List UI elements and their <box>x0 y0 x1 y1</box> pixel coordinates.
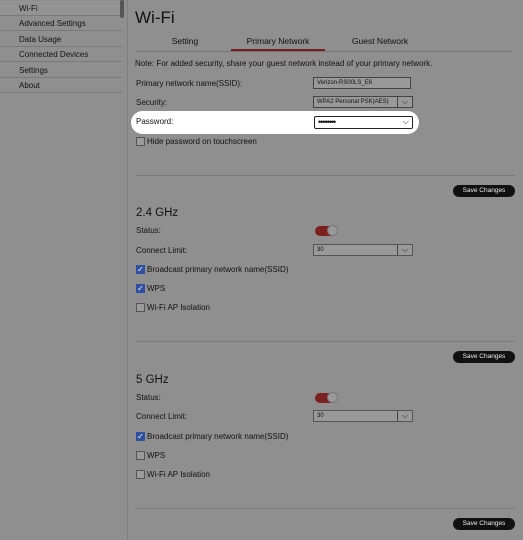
sidebar-item-wifi[interactable]: Wi-Fi <box>0 1 123 16</box>
connect-limit-select-5ghz[interactable]: 30 ⌵ <box>313 410 413 422</box>
divider <box>135 508 515 509</box>
sidebar-item-connected-devices[interactable]: Connected Devices <box>0 47 123 62</box>
chevron-down-icon: ⌵ <box>397 411 412 421</box>
tab-bar: Setting Primary Network Guest Network <box>135 34 513 52</box>
wps-label: WPS <box>147 284 166 293</box>
toggle-knob <box>327 392 338 403</box>
wps-checkbox-5ghz[interactable] <box>136 451 145 460</box>
broadcast-ssid-label: Broadcast primary network name(SSID) <box>147 432 289 441</box>
password-value: •••••••• <box>318 117 336 127</box>
sidebar-item-data-usage[interactable]: Data Usage <box>0 32 123 47</box>
password-input[interactable]: •••••••• ⌵ <box>314 116 413 129</box>
section-title-5ghz: 5 GHz <box>136 374 169 386</box>
save-changes-button[interactable]: Save Changes <box>453 185 515 197</box>
sidebar-scrollbar[interactable] <box>120 0 124 18</box>
toggle-knob <box>327 225 338 236</box>
hide-password-checkbox[interactable] <box>136 137 145 146</box>
security-select-value: WPA2 Personal PSK(AES) <box>317 99 389 105</box>
status-toggle-2-4ghz[interactable] <box>315 225 338 236</box>
security-label: Security: <box>136 98 168 107</box>
hide-password-label: Hide password on touchscreen <box>147 137 257 146</box>
security-select[interactable]: WPA2 Personal PSK(AES) ⌵ <box>313 96 413 108</box>
ap-isolation-checkbox-5ghz[interactable] <box>136 470 145 479</box>
divider <box>135 341 515 342</box>
page-title: Wi-Fi <box>135 8 175 27</box>
status-label: Status: <box>136 226 161 235</box>
ap-isolation-label: Wi-Fi AP Isolation <box>147 470 210 479</box>
ap-isolation-checkbox-2-4ghz[interactable] <box>136 303 145 312</box>
tab-setting[interactable]: Setting <box>160 34 210 49</box>
connect-limit-value: 30 <box>317 413 324 419</box>
chevron-down-icon: ⌵ <box>397 97 412 107</box>
tab-guest-network[interactable]: Guest Network <box>340 34 420 49</box>
password-label: Password: <box>136 117 174 126</box>
ap-isolation-label: Wi-Fi AP Isolation <box>147 303 210 312</box>
sidebar-item-about[interactable]: About <box>0 78 123 93</box>
connect-limit-label: Connect Limit: <box>136 246 188 255</box>
sidebar: Wi-Fi Advanced Settings Data Usage Conne… <box>0 0 124 540</box>
main-panel: Wi-Fi Setting Primary Network Guest Netw… <box>128 0 523 540</box>
broadcast-ssid-checkbox-5ghz[interactable]: ✓ <box>136 432 145 441</box>
save-changes-button[interactable]: Save Changes <box>453 351 515 363</box>
wps-label: WPS <box>147 451 166 460</box>
sidebar-item-settings[interactable]: Settings <box>0 63 123 78</box>
broadcast-ssid-checkbox-2-4ghz[interactable]: ✓ <box>136 265 145 274</box>
connect-limit-select-2-4ghz[interactable]: 30 ⌵ <box>313 244 413 256</box>
wps-checkbox-2-4ghz[interactable]: ✓ <box>136 284 145 293</box>
status-toggle-5ghz[interactable] <box>315 392 338 403</box>
sidebar-item-advanced-settings[interactable]: Advanced Settings <box>0 16 123 31</box>
connect-limit-value: 30 <box>317 247 324 253</box>
status-label: Status: <box>136 393 161 402</box>
chevron-down-icon: ⌵ <box>397 245 412 255</box>
divider <box>135 175 515 176</box>
section-title-2-4ghz: 2.4 GHz <box>136 207 179 219</box>
save-changes-button[interactable]: Save Changes <box>453 518 515 530</box>
security-note: Note: For added security, share your gue… <box>135 59 433 68</box>
broadcast-ssid-label: Broadcast primary network name(SSID) <box>147 265 289 274</box>
chevron-down-icon: ⌵ <box>402 117 409 126</box>
ssid-input[interactable]: Verizon-RS00LS_E6 <box>313 77 411 89</box>
tab-primary-network[interactable]: Primary Network <box>231 34 325 51</box>
connect-limit-label: Connect Limit: <box>136 412 188 421</box>
ssid-label: Primary network name(SSID): <box>136 79 243 88</box>
